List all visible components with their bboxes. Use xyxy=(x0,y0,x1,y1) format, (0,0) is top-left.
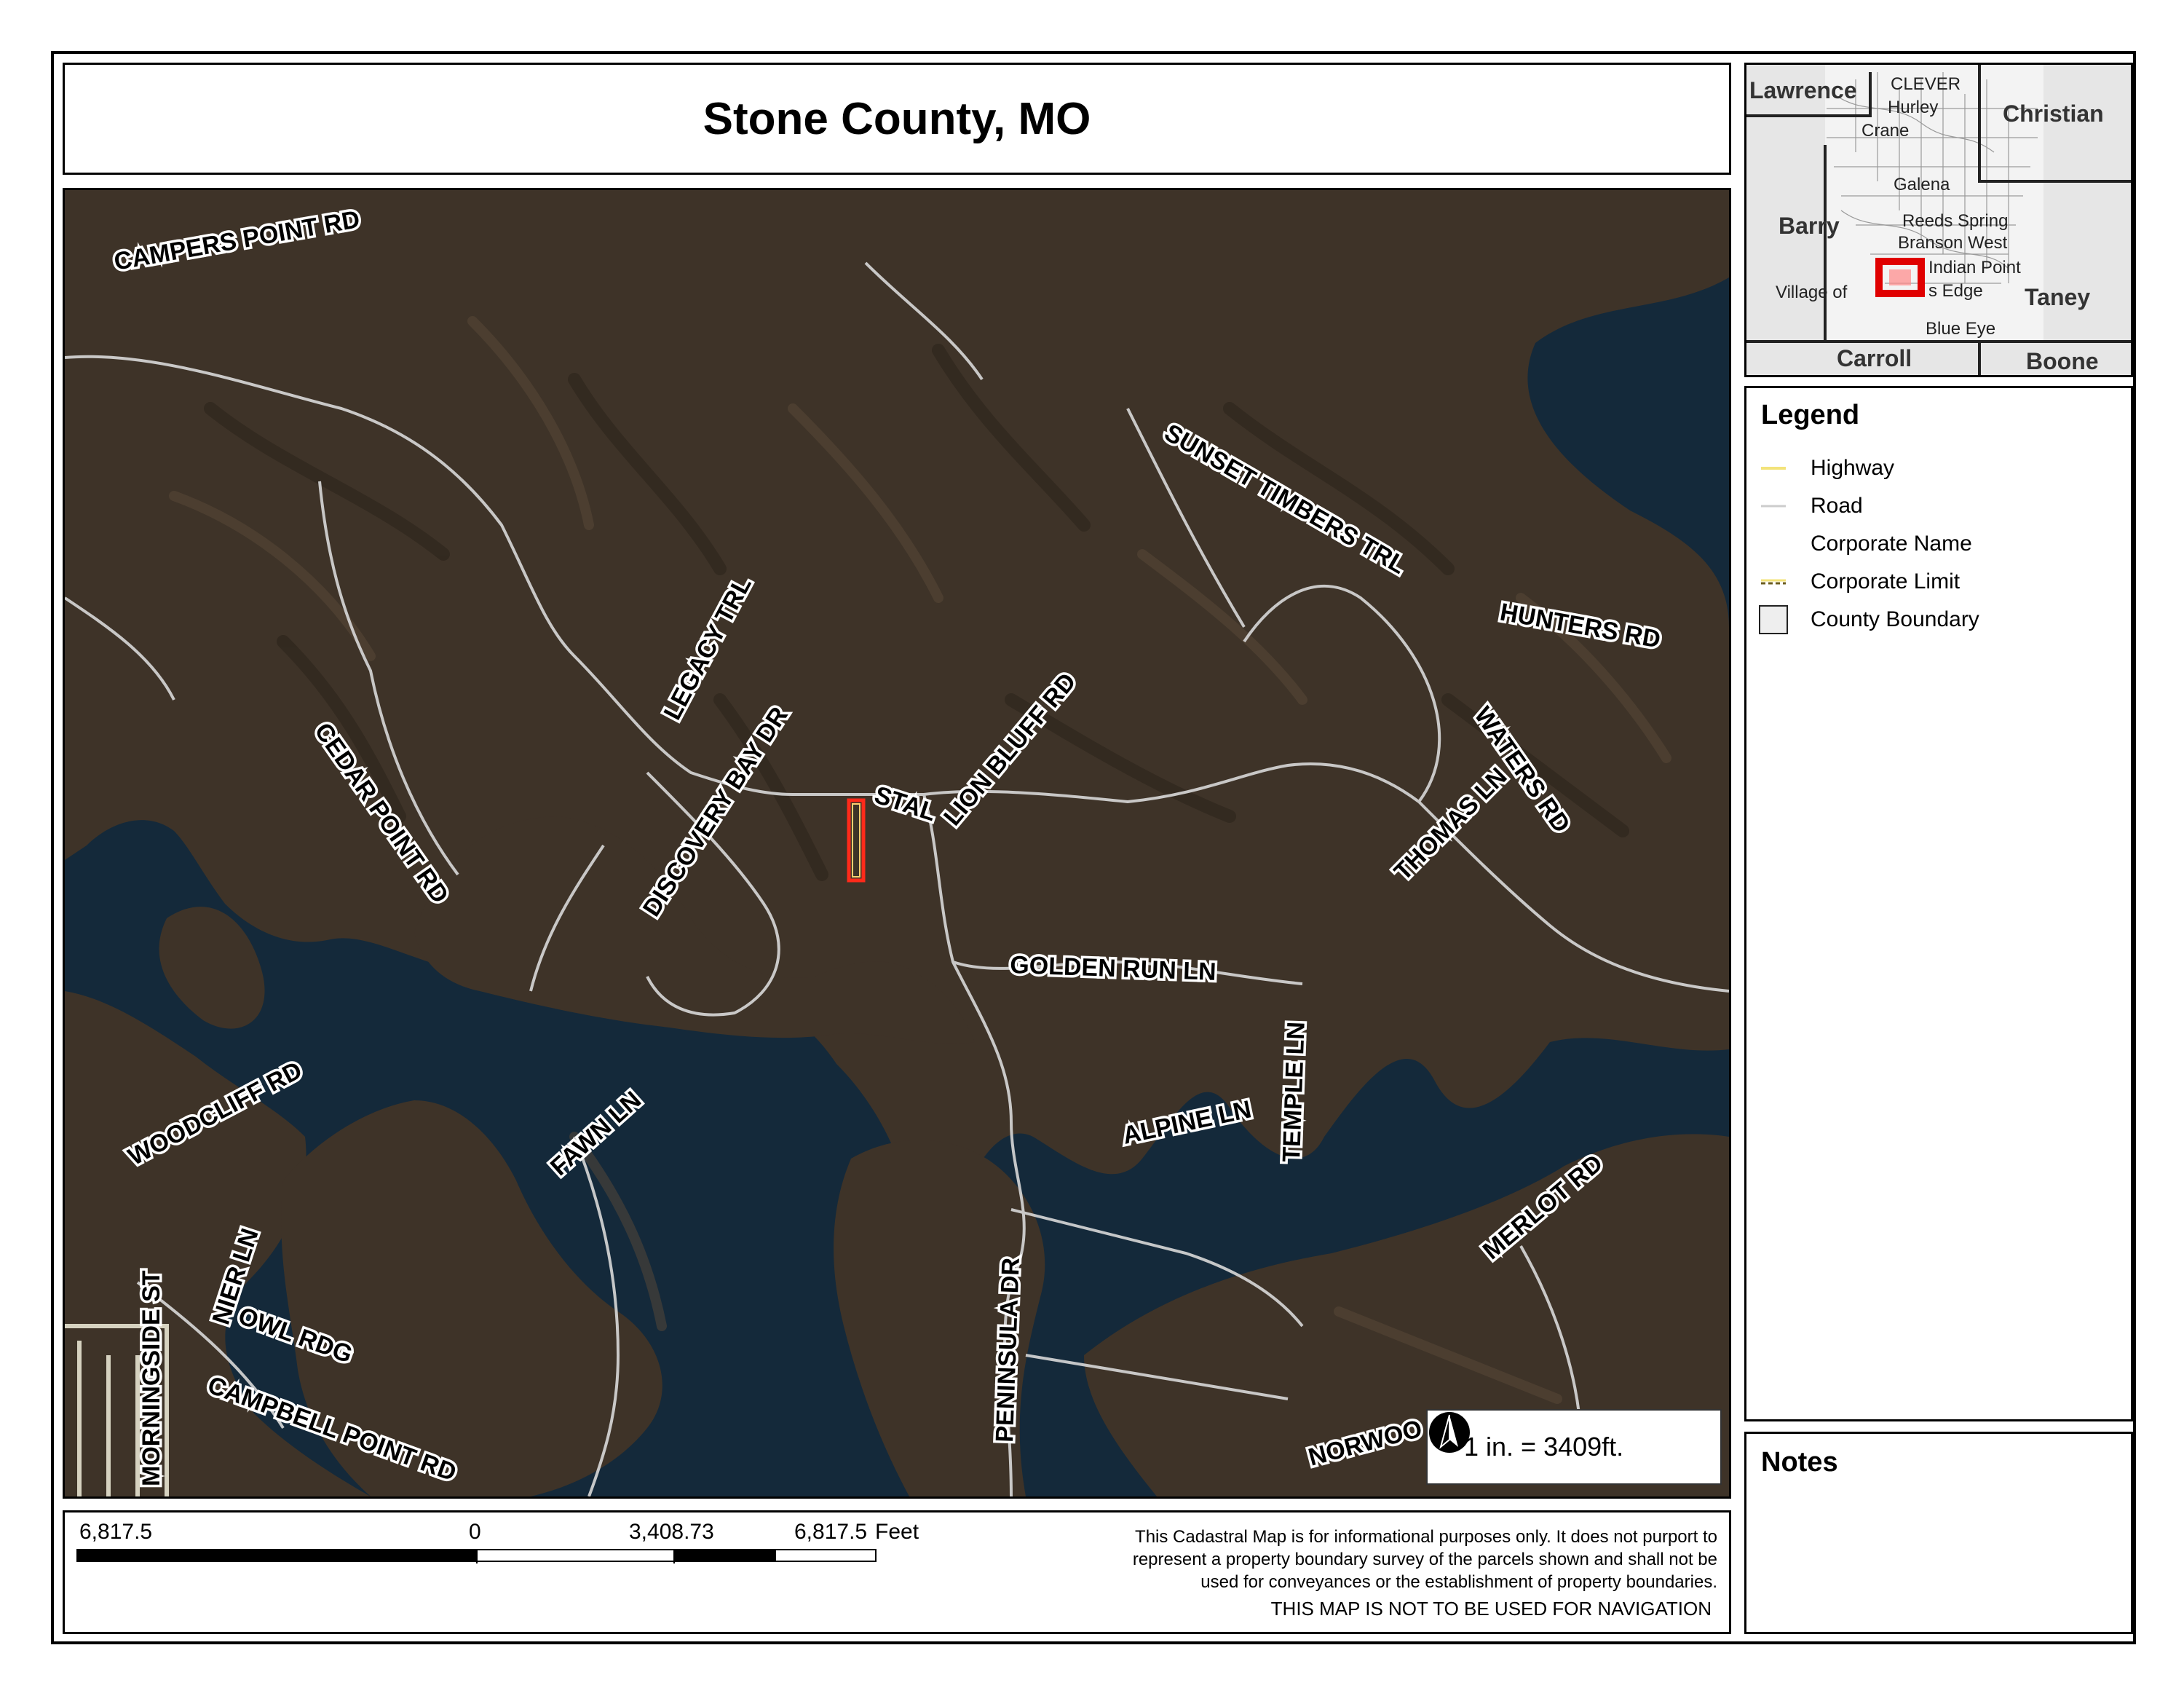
legend-item-county-boundary: County Boundary xyxy=(1758,604,1979,636)
navigation-warning: THIS MAP IS NOT TO BE USED FOR NAVIGATIO… xyxy=(1270,1598,1712,1620)
locator-map-canvas: Lawrence Christian Barry Taney Carroll B… xyxy=(1746,65,2131,375)
town-crane: Crane xyxy=(1861,121,1909,141)
scale-label-right: 6,817.5 xyxy=(794,1520,868,1544)
legend-item-corporate-limit: Corporate Limit xyxy=(1758,566,1960,598)
town-village-of: Village of xyxy=(1776,283,1848,302)
town-indian-point: Indian Point xyxy=(1928,258,2021,277)
legend-label: Corporate Name xyxy=(1811,532,1972,556)
legend-title: Legend xyxy=(1761,400,1860,430)
town-edge: s Edge xyxy=(1928,281,1983,301)
corporate-limit-swatch xyxy=(1758,567,1789,597)
map-canvas: CAMPERS POINT RD SUNSET TIMBERS TRL HUNT… xyxy=(65,190,1729,1496)
scale-ratio-box: 1 in. = 3409ft. xyxy=(1426,1409,1722,1485)
legend-label: County Boundary xyxy=(1811,607,1979,631)
north-arrow-icon xyxy=(1429,1412,1470,1453)
town-clever: CLEVER xyxy=(1891,74,1961,94)
legend: Legend Highway Road Corporate Name Corpo… xyxy=(1744,386,2133,1421)
notes-title: Notes xyxy=(1761,1447,1838,1478)
aerial-map[interactable]: CAMPERS POINT RD SUNSET TIMBERS TRL HUNT… xyxy=(63,188,1731,1499)
scale-label-zero: 0 xyxy=(469,1520,481,1544)
legend-item-corporate-name: Corporate Name xyxy=(1758,528,1972,560)
terrain-texture xyxy=(65,190,1729,1496)
scale-bar xyxy=(76,1549,877,1563)
county-christian: Christian xyxy=(2003,100,2104,127)
county-lawrence: Lawrence xyxy=(1749,77,1857,103)
scale-ratio: 1 in. = 3409ft. xyxy=(1464,1432,1624,1462)
scale-bar-panel: 6,817.5 0 3,408.73 6,817.5 Feet This Cad… xyxy=(63,1510,1731,1634)
road-label-morningside-st: MORNINGSIDE ST xyxy=(138,1270,165,1486)
locator-map[interactable]: Lawrence Christian Barry Taney Carroll B… xyxy=(1744,63,2133,377)
disclaimer-line: used for conveyances or the establishmen… xyxy=(1200,1572,1717,1592)
notes-panel: Notes xyxy=(1744,1432,2133,1634)
disclaimer: This Cadastral Map is for informational … xyxy=(989,1526,1717,1593)
town-hurley: Hurley xyxy=(1888,98,1938,117)
town-reeds-spring: Reeds Spring xyxy=(1902,211,2008,231)
legend-label: Highway xyxy=(1811,456,1895,480)
scale-label-left: 6,817.5 xyxy=(79,1520,153,1544)
town-blue-eye: Blue Eye xyxy=(1926,319,1995,339)
scale-label-mid: 3,408.73 xyxy=(629,1520,714,1544)
disclaimer-line: represent a property boundary survey of … xyxy=(1132,1550,1717,1569)
road-swatch xyxy=(1758,491,1789,521)
title-box: Stone County, MO xyxy=(63,63,1731,175)
disclaimer-line: This Cadastral Map is for informational … xyxy=(1135,1527,1717,1547)
map-title: Stone County, MO xyxy=(703,93,1091,144)
scale-unit: Feet xyxy=(875,1520,919,1544)
legend-item-road: Road xyxy=(1758,490,1863,522)
legend-item-highway: Highway xyxy=(1758,452,1894,484)
town-branson-west: Branson West xyxy=(1898,233,2008,253)
legend-label: Corporate Limit xyxy=(1811,569,1961,593)
county-boundary-swatch xyxy=(1758,604,1789,635)
road-label-temple-ln: TEMPLE LN xyxy=(1278,1021,1310,1162)
legend-label: Road xyxy=(1811,494,1863,518)
highway-swatch xyxy=(1758,453,1789,484)
corporate-name-swatch xyxy=(1758,529,1789,559)
town-galena: Galena xyxy=(1894,175,1950,194)
county-carroll: Carroll xyxy=(1837,345,1912,371)
county-barry: Barry xyxy=(1779,213,1840,239)
county-taney: Taney xyxy=(2025,284,2090,310)
county-boone: Boone xyxy=(2026,348,2099,374)
